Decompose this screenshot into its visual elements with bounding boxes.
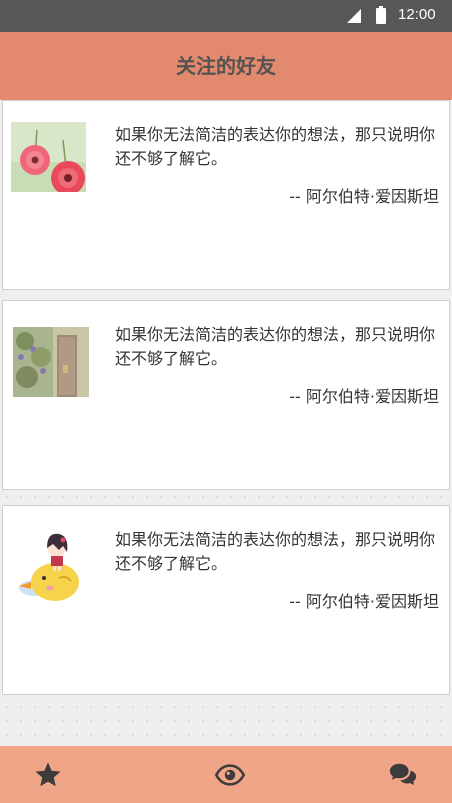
- status-time: 12:00: [398, 6, 436, 23]
- post-author: -- 阿尔伯特·爱因斯坦: [289, 592, 439, 611]
- post-text: 如果你无法简洁的表达你的想法，那只说明你还不够了解它。: [115, 125, 436, 168]
- app-header: 关注的好友: [0, 32, 452, 100]
- post-author: -- 阿尔伯特·爱因斯坦: [289, 387, 439, 406]
- signal-icon: [347, 9, 361, 23]
- nav-tab-messages[interactable]: [387, 760, 419, 790]
- nav-tab-favorites[interactable]: [33, 760, 65, 790]
- avatar-image[interactable]: [11, 122, 86, 192]
- star-icon: [35, 762, 61, 787]
- post-card[interactable]: 如果你无法简洁的表达你的想法，那只说明你还不够了解它。 -- 阿尔伯特·爱因斯坦: [2, 100, 450, 290]
- avatar-image[interactable]: [15, 526, 91, 604]
- chat-bubbles-icon: [389, 763, 417, 785]
- eye-icon: [214, 764, 246, 786]
- post-card[interactable]: 如果你无法简洁的表达你的想法，那只说明你还不够了解它。 -- 阿尔伯特·爱因斯坦: [2, 505, 450, 695]
- avatar-image[interactable]: [13, 327, 89, 397]
- bottom-nav: [0, 746, 452, 803]
- post-text: 如果你无法简洁的表达你的想法，那只说明你还不够了解它。: [115, 325, 436, 368]
- nav-tab-following[interactable]: [214, 760, 246, 790]
- page-title: 关注的好友: [176, 54, 276, 78]
- post-text: 如果你无法简洁的表达你的想法，那只说明你还不够了解它。: [115, 530, 436, 573]
- status-bar: 12:00: [0, 0, 452, 32]
- post-author: -- 阿尔伯特·爱因斯坦: [289, 187, 439, 206]
- battery-icon: [376, 6, 386, 24]
- post-card[interactable]: 如果你无法简洁的表达你的想法，那只说明你还不够了解它。 -- 阿尔伯特·爱因斯坦: [2, 300, 450, 490]
